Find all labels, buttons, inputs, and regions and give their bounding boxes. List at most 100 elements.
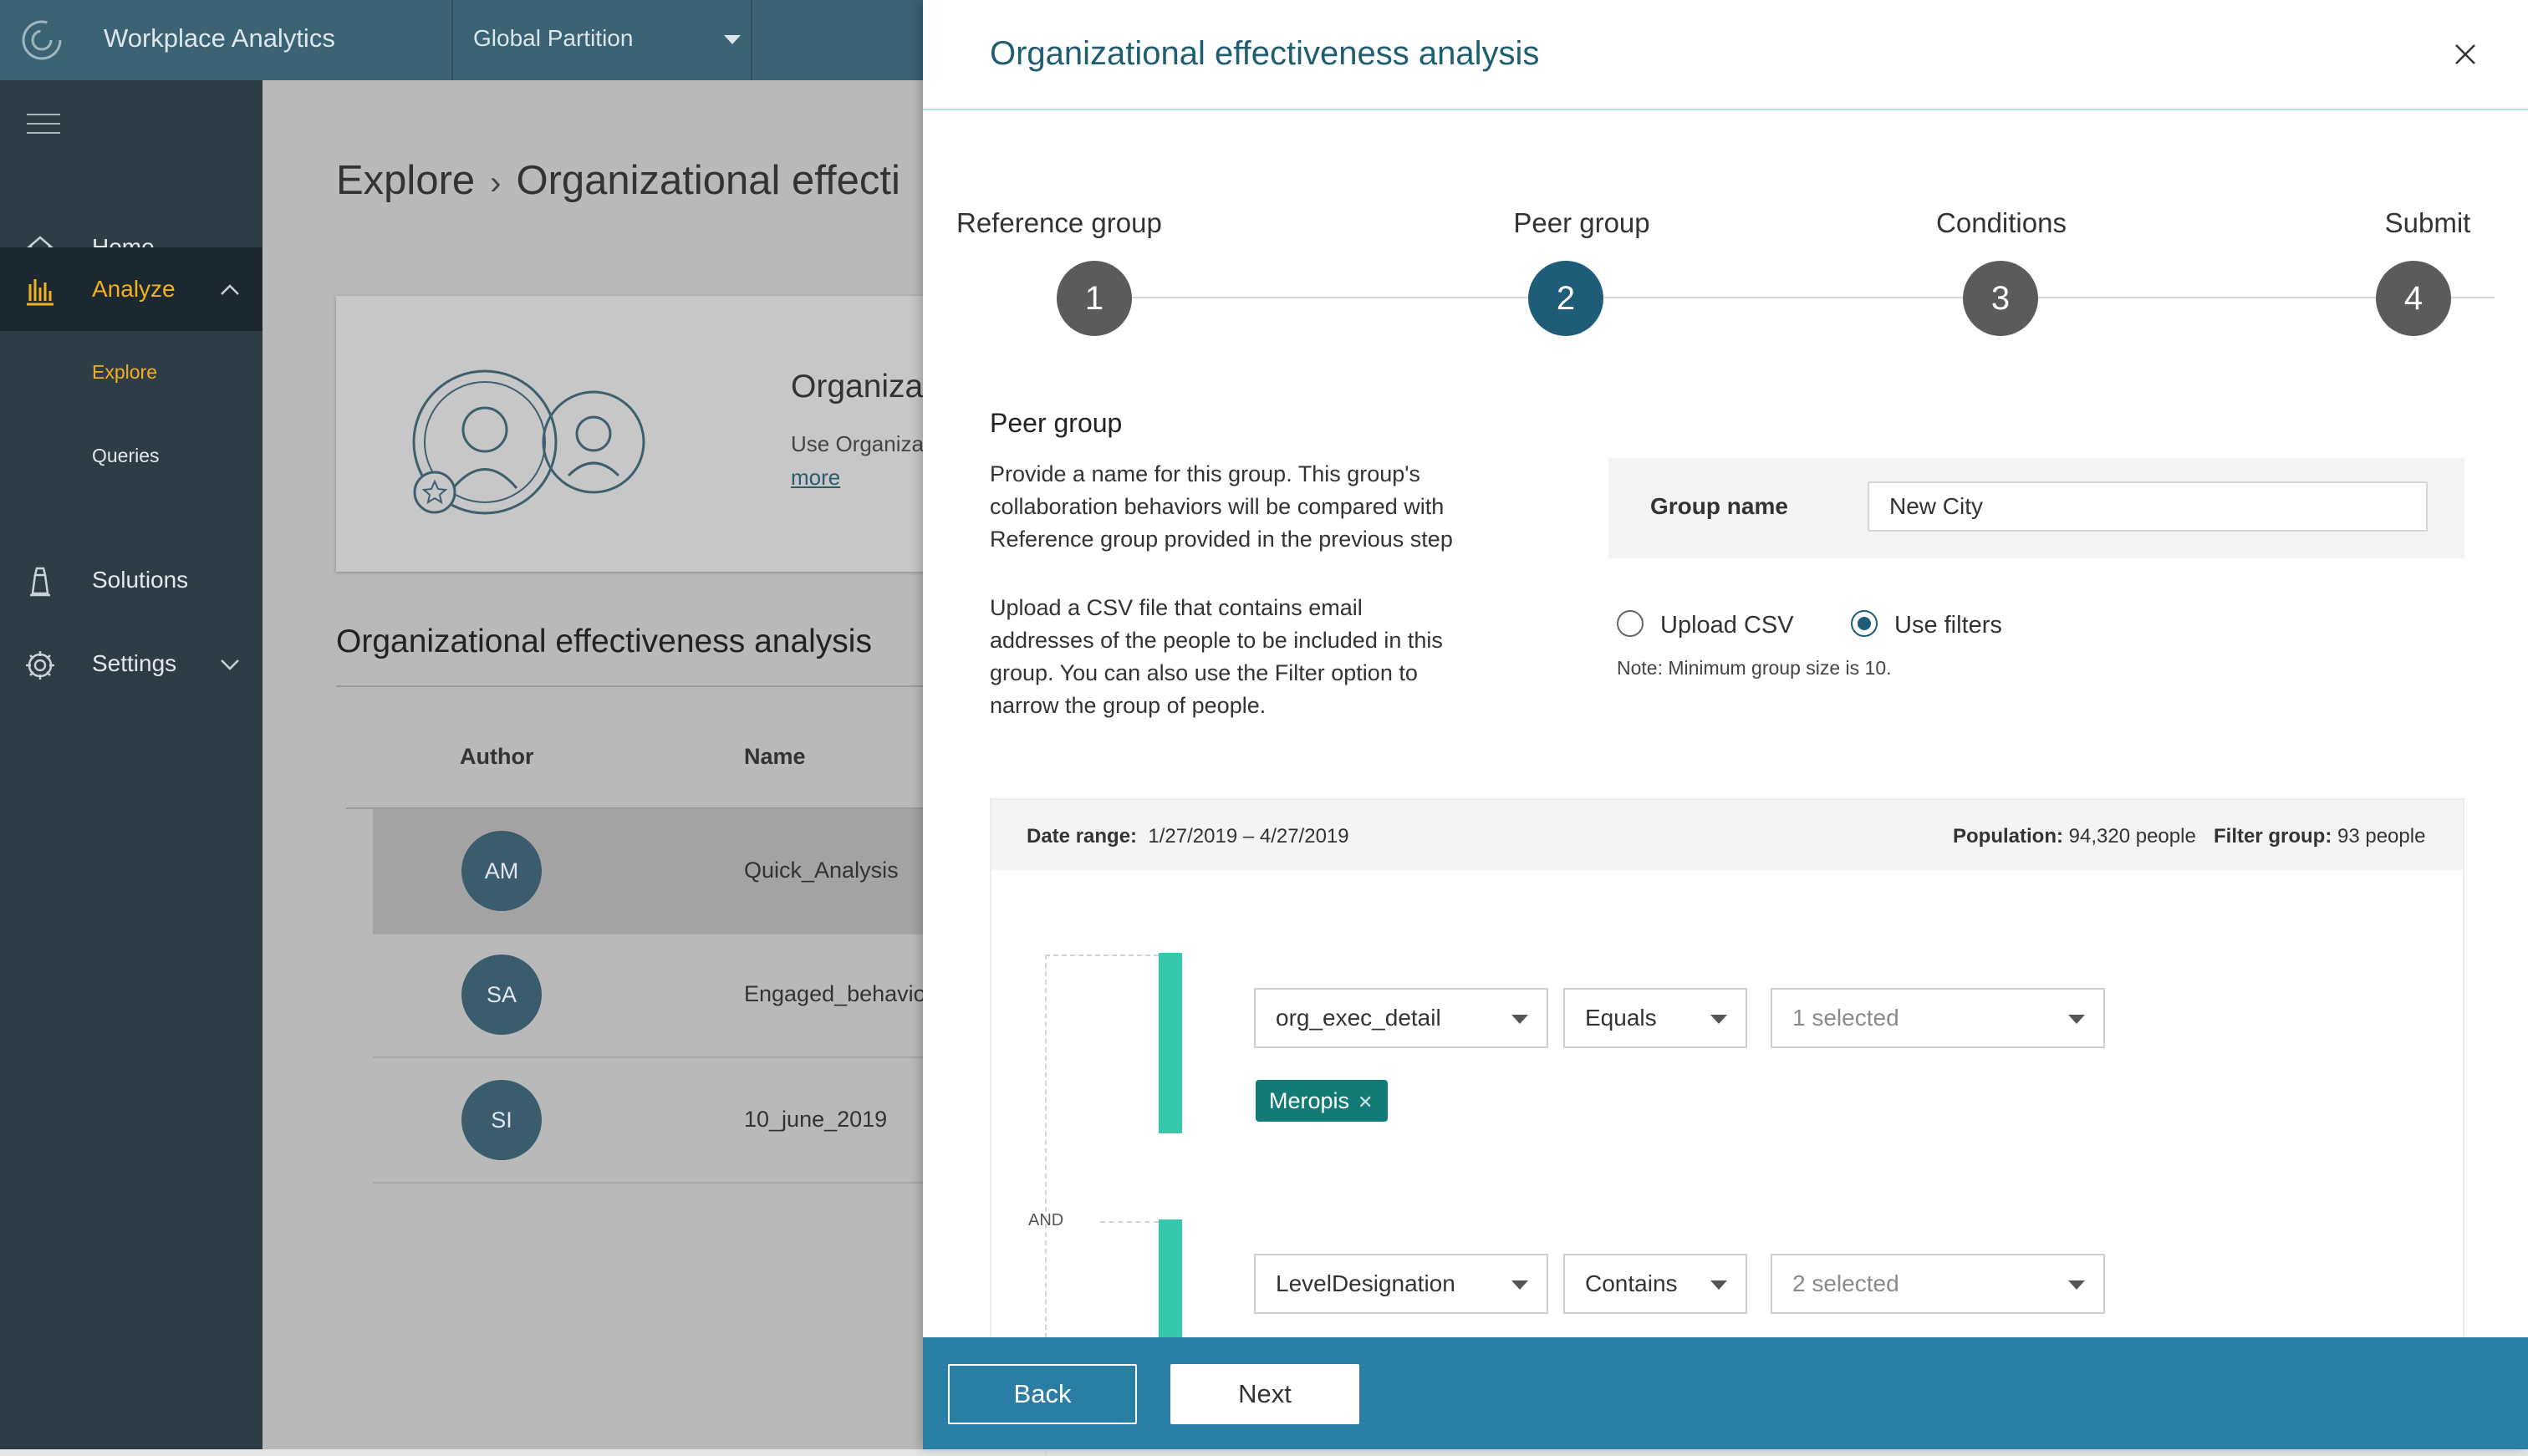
caret-down-icon: [1710, 1280, 1727, 1290]
chevron-right-icon: ›: [490, 165, 502, 201]
card-description: Use Organizational e: [791, 431, 928, 456]
filter-guide-line: [1100, 1221, 1159, 1223]
caret-down-icon: [2068, 1015, 2085, 1024]
chevron-up-icon[interactable]: [217, 277, 242, 303]
header-divider: [751, 0, 752, 80]
population-value: 94,320 people: [2068, 825, 2196, 848]
next-button[interactable]: Next: [1170, 1364, 1359, 1424]
table-row[interactable]: SA Engaged_behavio: [373, 933, 928, 1058]
app-title: Workplace Analytics: [104, 23, 335, 53]
close-icon[interactable]: [2453, 42, 2478, 67]
panel-title: Organizational effectiveness analysis: [990, 35, 1540, 72]
avatar: SA: [461, 955, 542, 1035]
operator-value: Contains: [1585, 1270, 1678, 1296]
people-illustration-icon: [412, 369, 645, 515]
attribute-value: org_exec_detail: [1276, 1005, 1441, 1031]
app-logo-icon: [22, 20, 62, 60]
sidebar-subitem-explore[interactable]: Explore: [92, 361, 157, 384]
step-4-indicator[interactable]: 4: [2376, 261, 2451, 336]
chip-label: Meropis: [1269, 1088, 1350, 1113]
chevron-down-icon[interactable]: [724, 35, 741, 44]
operator-dropdown[interactable]: Contains: [1563, 1254, 1747, 1314]
upload-csv-label[interactable]: Upload CSV: [1660, 612, 1794, 639]
partition-selector[interactable]: Global Partition: [473, 25, 633, 52]
sidebar-item-label: Settings: [92, 650, 177, 676]
values-dropdown[interactable]: 2 selected: [1771, 1254, 2105, 1314]
filter-group-value: 93 people: [2337, 825, 2426, 848]
info-card: Organizationa Use Organizational e more: [336, 296, 928, 572]
avatar: SI: [461, 1080, 542, 1160]
filter-summary-bar: Date range: 1/27/2019 – 4/27/2019 Popula…: [991, 800, 2463, 870]
row-name: Engaged_behavio: [744, 981, 926, 1006]
sidebar-item-label: Solutions: [92, 567, 189, 593]
step-1-indicator[interactable]: 1: [1057, 261, 1132, 336]
app-header: Workplace Analytics Global Partition: [0, 0, 928, 80]
background-page: Explore › Organizational effecti Organizat…: [262, 80, 928, 1449]
date-range-value: 1/27/2019 – 4/27/2019: [1148, 825, 1349, 848]
step-label-reference-group: Reference group: [956, 207, 1162, 238]
date-range-label: Date range:: [1027, 825, 1138, 848]
row-name: Quick_Analysis: [744, 858, 899, 883]
chart-icon: [27, 279, 54, 306]
population-label: Population:: [1953, 825, 2063, 848]
filter-builder: Date range: 1/27/2019 – 4/27/2019 Popula…: [990, 798, 2464, 1456]
step-label-submit: Submit: [2384, 207, 2471, 238]
sidebar-subitem-queries[interactable]: Queries: [92, 445, 160, 467]
back-button[interactable]: Back: [948, 1364, 1137, 1424]
divider: [336, 685, 928, 687]
values-selected: 1 selected: [1792, 1005, 1899, 1031]
caret-down-icon: [1710, 1015, 1727, 1024]
step-label-conditions: Conditions: [1936, 207, 2067, 238]
use-filters-radio[interactable]: [1851, 610, 1878, 637]
sidebar-item-label: Analyze: [92, 276, 176, 302]
group-name-label: Group name: [1650, 493, 1788, 519]
operator-value: Equals: [1585, 1005, 1657, 1031]
population: Population: 94,320 people: [1953, 825, 2196, 848]
caret-down-icon: [1511, 1280, 1528, 1290]
upload-csv-radio[interactable]: [1617, 610, 1644, 637]
column-header-author[interactable]: Author: [460, 744, 533, 770]
attribute-dropdown[interactable]: LevelDesignation: [1254, 1254, 1548, 1314]
peer-group-description: Provide a name for this group. This grou…: [990, 461, 1453, 552]
step-3-indicator[interactable]: 3: [1963, 261, 2038, 336]
breadcrumb-root[interactable]: Explore: [336, 158, 475, 203]
divider: [923, 109, 2528, 110]
filter-value-chip[interactable]: Meropis ✕: [1256, 1080, 1389, 1123]
sidebar: Home Analyze Explore Queries Solutions S…: [0, 80, 262, 1449]
sidebar-item-solutions[interactable]: Solutions: [0, 538, 262, 622]
group-name-input[interactable]: [1868, 481, 2428, 532]
section-title: Organizational effectiveness analysis: [336, 624, 872, 659]
hamburger-menu-icon[interactable]: [27, 114, 60, 137]
filter-row-indicator: [1159, 953, 1182, 1133]
chevron-down-icon[interactable]: [217, 652, 242, 677]
step-2-indicator[interactable]: 2: [1528, 261, 1603, 336]
more-link[interactable]: more: [791, 465, 840, 491]
filter-guide-line: [1045, 955, 1159, 956]
sidebar-item-analyze[interactable]: Analyze: [0, 247, 262, 331]
caret-down-icon: [1511, 1015, 1528, 1024]
date-range: Date range: 1/27/2019 – 4/27/2019: [1027, 825, 1349, 848]
gear-icon: [26, 651, 54, 680]
avatar: AM: [461, 831, 542, 911]
header-divider: [451, 0, 453, 80]
values-dropdown[interactable]: 1 selected: [1771, 988, 2105, 1048]
breadcrumb-current: Organizational effecti: [516, 158, 900, 203]
peer-group-upload-description: Upload a CSV file that contains email ad…: [990, 595, 1443, 718]
operator-dropdown[interactable]: Equals: [1563, 988, 1747, 1048]
table-row[interactable]: SI 10_june_2019: [373, 1058, 928, 1184]
filter-group: Filter group: 93 people: [2214, 825, 2425, 848]
values-selected: 2 selected: [1792, 1270, 1899, 1296]
table-row[interactable]: AM Quick_Analysis: [373, 809, 928, 934]
attribute-value: LevelDesignation: [1276, 1270, 1455, 1296]
group-name-section: Group name: [1608, 458, 2464, 558]
caret-down-icon: [2068, 1280, 2085, 1290]
attribute-dropdown[interactable]: org_exec_detail: [1254, 988, 1548, 1048]
column-header-name[interactable]: Name: [744, 744, 806, 770]
close-icon[interactable]: ✕: [1358, 1082, 1373, 1123]
sidebar-item-settings[interactable]: Settings: [0, 622, 262, 705]
and-operator-label: AND: [1028, 1211, 1064, 1229]
analysis-panel: Organizational effectiveness analysis Re…: [923, 0, 2528, 1456]
lighthouse-icon: [30, 567, 50, 597]
filter-group-label: Filter group:: [2214, 825, 2332, 848]
use-filters-label[interactable]: Use filters: [1894, 612, 2002, 639]
